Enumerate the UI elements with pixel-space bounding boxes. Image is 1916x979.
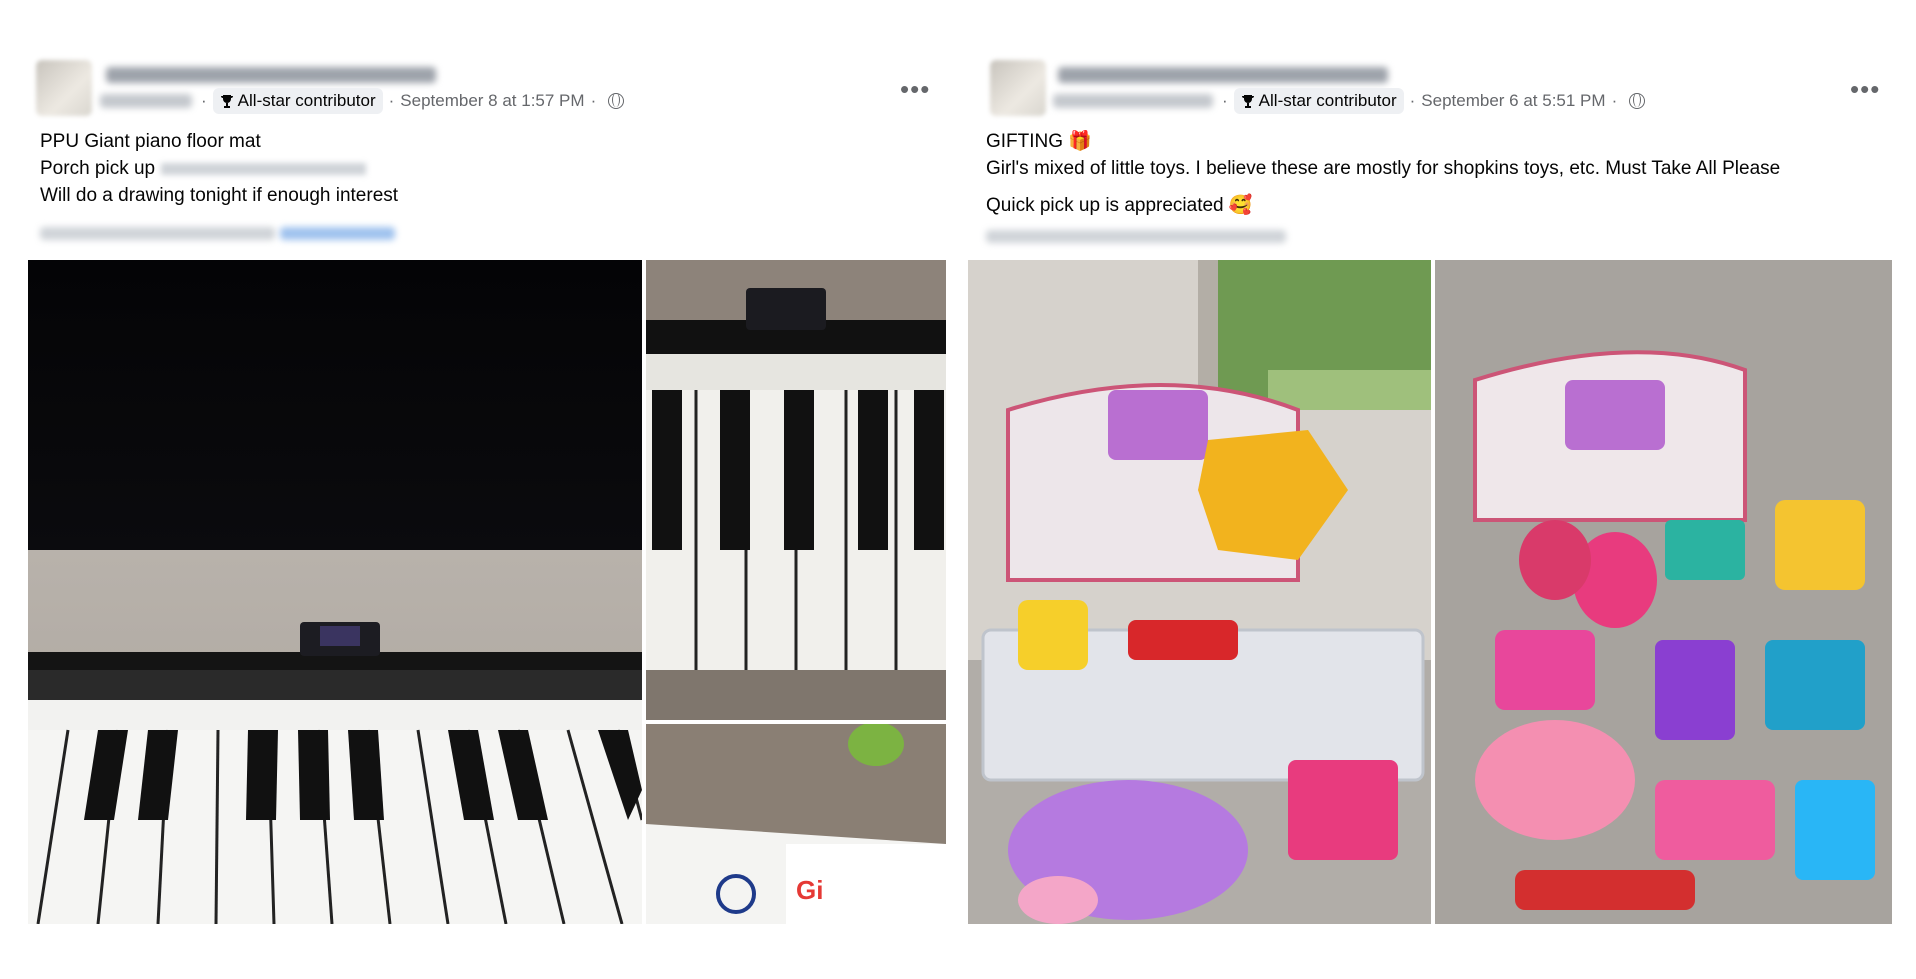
more-icon[interactable]: ••• — [1850, 76, 1880, 102]
all-star-badge[interactable]: All-star contributor — [1233, 88, 1404, 114]
post-timestamp[interactable]: September 6 at 5:51 PM — [1421, 91, 1605, 111]
group-name[interactable] — [1053, 94, 1213, 108]
post-header: · All-star contributor · September 8 at … — [0, 60, 960, 130]
post-photo[interactable] — [28, 260, 642, 924]
author-name[interactable] — [106, 67, 436, 83]
post-timestamp[interactable]: September 8 at 1:57 PM — [400, 91, 584, 111]
post-photo[interactable] — [968, 260, 1431, 924]
svg-text:Gi: Gi — [796, 875, 823, 905]
post-text-line: Porch pick up — [40, 155, 367, 182]
post-text-line: Quick pick up is appreciated 🥰 — [986, 195, 1253, 216]
post-title: GIFTING 🎁 — [986, 131, 1092, 152]
globe-icon[interactable] — [1629, 93, 1646, 109]
post-card: · All-star contributor · September 8 at … — [0, 0, 960, 979]
redacted-subline — [40, 227, 275, 240]
post-text-line: Will do a drawing tonight if enough inte… — [40, 185, 399, 206]
globe-icon[interactable] — [608, 93, 625, 109]
post-meta: · All-star contributor · September 6 at … — [1216, 88, 1646, 114]
post-header: · All-star contributor · September 6 at … — [960, 60, 1916, 130]
trophy-icon — [1241, 94, 1255, 109]
post-title: PPU Giant piano floor mat — [40, 131, 261, 152]
post-text-line: Girl's mixed of little toys. I believe t… — [986, 158, 1781, 179]
post-meta: · All-star contributor · September 8 at … — [195, 88, 625, 114]
redacted-link[interactable] — [280, 227, 395, 240]
post-photo[interactable] — [646, 260, 946, 720]
avatar[interactable] — [990, 60, 1046, 116]
all-star-badge[interactable]: All-star contributor — [212, 88, 383, 114]
post-photo[interactable] — [1435, 260, 1892, 924]
post-card: · All-star contributor · September 6 at … — [960, 0, 1916, 979]
author-name[interactable] — [1058, 67, 1388, 83]
post-photo[interactable]: Gi — [646, 724, 946, 924]
redacted-subline — [986, 230, 1286, 243]
trophy-icon — [220, 94, 234, 109]
more-icon[interactable]: ••• — [900, 76, 930, 102]
group-name[interactable] — [100, 94, 192, 108]
avatar[interactable] — [36, 60, 92, 116]
redacted-address — [161, 162, 367, 175]
